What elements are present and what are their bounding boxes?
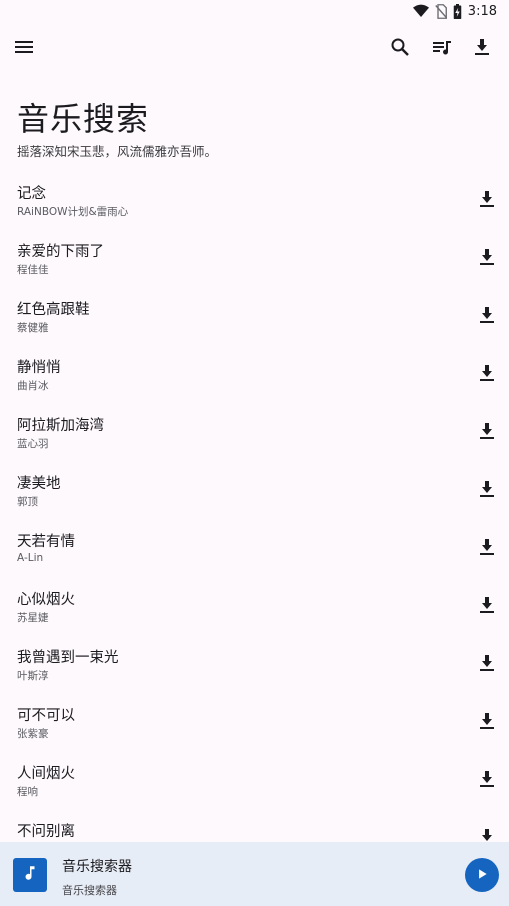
download-icon bbox=[475, 187, 499, 211]
song-title: 记念 bbox=[17, 186, 46, 202]
song-title: 心似烟火 bbox=[17, 592, 75, 608]
song-title: 红色高跟鞋 bbox=[17, 302, 90, 318]
song-title: 人间烟火 bbox=[17, 766, 75, 782]
page-subtitle: 摇落深知宋玉悲，风流儒雅亦吾师。 bbox=[17, 144, 218, 159]
song-artist: 郭顶 bbox=[17, 496, 38, 508]
download-icon bbox=[475, 419, 499, 443]
song-item[interactable]: 可不可以 张紫豪 bbox=[0, 692, 509, 750]
download-icon bbox=[475, 245, 499, 269]
song-artist: 苏星婕 bbox=[17, 612, 49, 624]
song-title: 凄美地 bbox=[17, 476, 61, 492]
song-artist: A-Lin bbox=[17, 552, 44, 564]
song-download-button[interactable] bbox=[475, 709, 499, 733]
download-icon bbox=[475, 361, 499, 385]
download-icon bbox=[475, 767, 499, 791]
status-time: 3:18 bbox=[467, 3, 497, 19]
song-title: 我曾遇到一束光 bbox=[17, 650, 119, 666]
song-item[interactable]: 不问别离 徐秉龙 bbox=[0, 808, 509, 842]
player-subtitle: 音乐搜索器 bbox=[62, 884, 117, 897]
song-download-button[interactable] bbox=[475, 245, 499, 269]
song-download-button[interactable] bbox=[475, 187, 499, 211]
mini-player[interactable]: 音乐搜索器 音乐搜索器 bbox=[0, 842, 509, 906]
menu-button[interactable] bbox=[12, 35, 36, 59]
song-artist: 蔡健雅 bbox=[17, 322, 49, 334]
song-title: 阿拉斯加海湾 bbox=[17, 418, 104, 434]
album-art bbox=[13, 858, 47, 892]
search-button[interactable] bbox=[388, 35, 412, 59]
song-artist: 曲肖冰 bbox=[17, 380, 49, 392]
song-title: 可不可以 bbox=[17, 708, 75, 724]
song-download-button[interactable] bbox=[475, 651, 499, 675]
song-item[interactable]: 阿拉斯加海湾 蓝心羽 bbox=[0, 402, 509, 460]
song-download-button[interactable] bbox=[475, 825, 499, 842]
music-note-icon bbox=[21, 864, 39, 886]
song-download-button[interactable] bbox=[475, 361, 499, 385]
song-item[interactable]: 凄美地 郭顶 bbox=[0, 460, 509, 518]
download-icon bbox=[475, 593, 499, 617]
song-title: 不问别离 bbox=[17, 824, 75, 840]
download-icon bbox=[470, 35, 494, 59]
download-icon bbox=[475, 535, 499, 559]
menu-icon bbox=[12, 35, 36, 59]
download-button[interactable] bbox=[470, 35, 494, 59]
queue-music-button[interactable] bbox=[430, 35, 454, 59]
song-title: 亲爱的下雨了 bbox=[17, 244, 104, 260]
download-icon bbox=[475, 477, 499, 501]
play-button[interactable] bbox=[465, 858, 499, 892]
song-download-button[interactable] bbox=[475, 535, 499, 559]
song-title: 天若有情 bbox=[17, 534, 75, 550]
song-item[interactable]: 亲爱的下雨了 程佳佳 bbox=[0, 228, 509, 286]
no-sim-icon bbox=[435, 3, 447, 19]
toolbar bbox=[0, 24, 509, 70]
status-bar: 3:18 bbox=[0, 0, 509, 22]
song-item[interactable]: 静悄悄 曲肖冰 bbox=[0, 344, 509, 402]
download-icon bbox=[475, 303, 499, 327]
song-download-button[interactable] bbox=[475, 303, 499, 327]
song-artist: 叶斯淳 bbox=[17, 670, 49, 682]
song-item[interactable]: 心似烟火 苏星婕 bbox=[0, 576, 509, 634]
song-download-button[interactable] bbox=[475, 767, 499, 791]
song-download-button[interactable] bbox=[475, 593, 499, 617]
song-item[interactable]: 我曾遇到一束光 叶斯淳 bbox=[0, 634, 509, 692]
song-item[interactable]: 记念 RAiNBOW计划&雷雨心 bbox=[0, 170, 509, 228]
play-icon bbox=[475, 866, 489, 885]
page-title: 音乐搜索 bbox=[17, 100, 150, 138]
song-artist: 程响 bbox=[17, 786, 38, 798]
song-artist: 张紫豪 bbox=[17, 728, 49, 740]
song-artist: 程佳佳 bbox=[17, 264, 49, 276]
song-download-button[interactable] bbox=[475, 477, 499, 501]
song-title: 静悄悄 bbox=[17, 360, 61, 376]
song-download-button[interactable] bbox=[475, 419, 499, 443]
player-title: 音乐搜索器 bbox=[62, 859, 132, 875]
song-item[interactable]: 红色高跟鞋 蔡健雅 bbox=[0, 286, 509, 344]
download-icon bbox=[475, 709, 499, 733]
download-icon bbox=[475, 825, 499, 842]
wifi-icon bbox=[412, 4, 429, 18]
song-artist: RAiNBOW计划&雷雨心 bbox=[17, 206, 129, 218]
search-icon bbox=[388, 35, 412, 59]
song-artist: 蓝心羽 bbox=[17, 438, 49, 450]
battery-icon bbox=[453, 3, 462, 19]
queue-music-icon bbox=[430, 35, 454, 59]
song-list[interactable]: 记念 RAiNBOW计划&雷雨心 亲爱的下雨了 程佳佳 红色高跟鞋 蔡健雅 静悄… bbox=[0, 170, 509, 842]
download-icon bbox=[475, 651, 499, 675]
song-item[interactable]: 天若有情 A-Lin bbox=[0, 518, 509, 576]
song-item[interactable]: 人间烟火 程响 bbox=[0, 750, 509, 808]
